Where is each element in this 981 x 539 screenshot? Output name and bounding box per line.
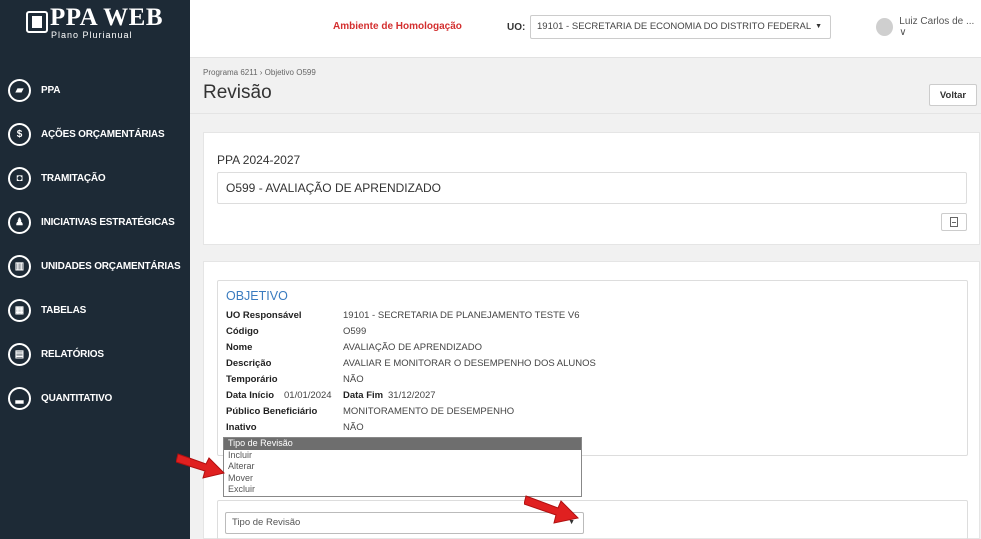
field-value-data-inicio: 01/01/2024 <box>284 390 332 401</box>
field-value: MONITORAMENTO DE DESEMPENHO <box>343 406 515 417</box>
sidebar-item-relatorios[interactable]: ▤ RELATÓRIOS <box>0 332 190 376</box>
ppa-card: PPA 2024-2027 O599 - AVALIAÇÃO DE APREND… <box>203 132 980 245</box>
user-menu[interactable]: Luiz Carlos de ... ∨ <box>876 16 981 38</box>
chart-icon: ▂ <box>8 386 31 410</box>
annotation-arrow-icon <box>524 495 580 524</box>
field-label-data-inicio: Data Início <box>226 390 275 401</box>
dropdown-option-incluir[interactable]: Incluir <box>224 450 581 462</box>
dropdown-option-mover[interactable]: Mover <box>224 473 581 485</box>
sidebar-nav: ▰ PPA $ AÇÕES ORÇAMENTÁRIAS ◘ TRAMITAÇÃO… <box>0 68 190 420</box>
avatar <box>876 18 894 36</box>
field-label: Público Beneficiário <box>226 406 318 417</box>
field-value: 19101 - SECRETARIA DE PLANEJAMENTO TESTE… <box>343 310 580 321</box>
field-value: NÃO <box>343 374 364 385</box>
field-value: NÃO <box>343 422 364 433</box>
book-icon: ▰ <box>8 78 31 102</box>
sidebar-item-acoes-orcamentarias[interactable]: $ AÇÕES ORÇAMENTÁRIAS <box>0 112 190 156</box>
field-value-data-fim: 31/12/2027 <box>388 390 436 401</box>
bank-icon: ▥ <box>8 254 31 278</box>
ppa-label: PPA 2024-2027 <box>217 153 301 167</box>
sidebar-item-label: INICIATIVAS ESTRATÉGICAS <box>41 216 175 228</box>
sidebar-item-label: PPA <box>41 84 61 96</box>
sidebar-item-quantitativo[interactable]: ▂ QUANTITATIVO <box>0 376 190 420</box>
field-value: AVALIAÇÃO DE APRENDIZADO <box>343 342 483 353</box>
field-label: Inativo <box>226 422 257 433</box>
logo-title: PPA WEB <box>50 3 164 31</box>
inbox-icon: ◘ <box>8 166 31 190</box>
field-label: Descrição <box>226 358 272 369</box>
dollar-icon: $ <box>8 122 31 146</box>
dropdown-option-tipo-de-revisao[interactable]: Tipo de Revisão <box>224 438 581 450</box>
sidebar-item-label: UNIDADES ORÇAMENTÁRIAS <box>41 260 181 272</box>
uo-label: UO: <box>507 22 526 33</box>
top-bar: Ambiente de Homologação UO: 19101 - SECR… <box>190 0 981 58</box>
objetivo-panel: OBJETIVO UO Responsável 19101 - SECRETAR… <box>217 280 968 456</box>
objective-name-box: O599 - AVALIAÇÃO DE APRENDIZADO <box>217 172 967 204</box>
tipo-revisao-dropdown: Tipo de Revisão Incluir Alterar Mover Ex… <box>223 437 582 497</box>
sidebar-item-label: TRAMITAÇÃO <box>41 172 106 184</box>
user-name: Luiz Carlos de ... ∨ <box>899 16 975 38</box>
page-title: Revisão <box>203 82 272 103</box>
sidebar-item-label: RELATÓRIOS <box>41 348 104 360</box>
field-label: Código <box>226 326 259 337</box>
objetivo-card: OBJETIVO UO Responsável 19101 - SECRETAR… <box>203 261 980 539</box>
sidebar-item-ppa[interactable]: ▰ PPA <box>0 68 190 112</box>
sidebar-item-label: TABELAS <box>41 304 87 316</box>
objetivo-title: OBJETIVO <box>226 289 288 303</box>
table-icon: ▦ <box>8 298 31 322</box>
field-label-data-fim: Data Fim <box>343 390 384 401</box>
field-label: Nome <box>226 342 253 353</box>
field-value: O599 <box>343 326 367 337</box>
pdf-button[interactable] <box>941 213 967 231</box>
sidebar-item-label: AÇÕES ORÇAMENTÁRIAS <box>41 128 165 140</box>
logo-icon <box>26 11 48 33</box>
sidebar-item-unidades-orcamentarias[interactable]: ▥ UNIDADES ORÇAMENTÁRIAS <box>0 244 190 288</box>
sidebar-item-label: QUANTITATIVO <box>41 392 113 404</box>
uo-select-value: 19101 - SECRETARIA DE ECONOMIA DO DISTRI… <box>537 21 812 32</box>
back-button[interactable]: Voltar <box>929 84 977 106</box>
tipo-revisao-value: Tipo de Revisão <box>232 517 301 528</box>
page-header: Programa 6211 › Objetivo O599 Revisão Vo… <box>190 58 981 114</box>
logo-subtitle: Plano Plurianual <box>51 29 133 40</box>
field-label: Temporário <box>226 374 278 385</box>
revisao-panel: Tipo de Revisão ▼ <box>217 500 968 539</box>
sidebar: PPA WEB Plano Plurianual ▰ PPA $ AÇÕES O… <box>0 0 190 539</box>
uo-select[interactable]: 19101 - SECRETARIA DE ECONOMIA DO DISTRI… <box>530 15 831 39</box>
sidebar-item-iniciativas-estrategicas[interactable]: ♟ INICIATIVAS ESTRATÉGICAS <box>0 200 190 244</box>
environment-label: Ambiente de Homologação <box>333 21 462 32</box>
users-icon: ♟ <box>8 210 31 234</box>
field-label: UO Responsável <box>226 310 302 321</box>
breadcrumb[interactable]: Programa 6211 › Objetivo O599 <box>203 68 316 77</box>
chevron-down-icon: ▼ <box>815 23 822 30</box>
sidebar-item-tabelas[interactable]: ▦ TABELAS <box>0 288 190 332</box>
pdf-icon <box>950 217 958 227</box>
dropdown-option-alterar[interactable]: Alterar <box>224 461 581 473</box>
field-value: AVALIAR E MONITORAR O DESEMPENHO DOS ALU… <box>343 358 596 369</box>
app-logo[interactable]: PPA WEB Plano Plurianual <box>0 0 190 44</box>
report-icon: ▤ <box>8 342 31 366</box>
annotation-arrow-icon <box>176 453 225 479</box>
sidebar-item-tramitacao[interactable]: ◘ TRAMITAÇÃO <box>0 156 190 200</box>
